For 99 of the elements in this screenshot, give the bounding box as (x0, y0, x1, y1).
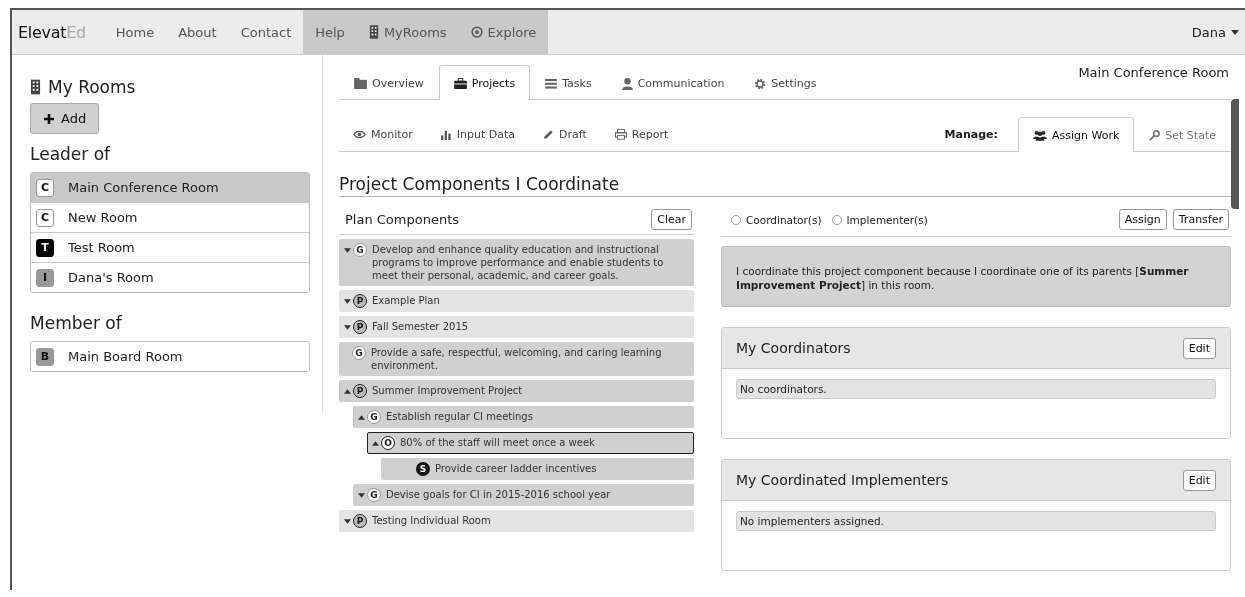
item-text: Testing Individual Room (372, 514, 492, 527)
user-icon (621, 77, 633, 90)
room-item[interactable]: B Main Board Room (31, 342, 309, 371)
tree-item[interactable]: G Provide a safe, respectful, welcoming, and caring learning environment. (339, 342, 694, 376)
card-title: My Coordinators (736, 340, 851, 356)
item-text: Establish regular CI meetings (386, 410, 534, 423)
radio-option[interactable]: Coordinator(s) (731, 213, 822, 226)
room-badge: C (36, 178, 54, 197)
item-text: Develop and enhance quality education and instructional programs to improve performance and enable students to meet their personal, academic, and career goals. (372, 243, 665, 282)
radio-button[interactable] (831, 214, 842, 225)
info-message: I coordinate this project component because I coordinate one of its parents [Summer Improvement Project] in this room. (721, 246, 1231, 307)
type-badge: P (353, 320, 367, 334)
building-icon (30, 79, 41, 95)
item-text: Fall Semester 2015 (372, 320, 470, 333)
item-text: Devise goals for CI in 2015-2016 school year (386, 488, 612, 501)
clear-button[interactable]: Clear (651, 209, 692, 230)
section-heading: Member of (30, 313, 123, 333)
nav-link[interactable]: About (166, 10, 229, 54)
tab[interactable]: Assign Work (1017, 117, 1135, 152)
subtab[interactable]: Draft (529, 117, 601, 151)
type-badge: O (381, 436, 395, 450)
building-icon (368, 25, 379, 39)
manage-label: Manage: (944, 126, 999, 143)
bar-chart-icon (440, 128, 452, 140)
item-text: Example Plan (372, 294, 441, 307)
action-button[interactable]: Transfer (1172, 209, 1229, 230)
tree-item[interactable]: P Fall Semester 2015 (339, 316, 694, 338)
add-button[interactable]: Add (30, 103, 100, 134)
compass-icon (470, 26, 483, 38)
brand-logo[interactable]: ElevatEd (12, 10, 104, 54)
tab[interactable]: Communication (606, 66, 740, 100)
type-badge: P (353, 514, 367, 528)
user-menu[interactable]: Dana (1191, 10, 1245, 54)
tab[interactable]: Projects (438, 65, 531, 100)
tree-item[interactable]: P Testing Individual Room (339, 510, 694, 532)
room-item[interactable]: C Main Conference Room (31, 173, 309, 202)
type-badge: P (353, 294, 367, 308)
radio-option[interactable]: Implementer(s) (831, 213, 928, 226)
section-heading: Project Components I Coordinate (339, 174, 1231, 197)
sidebar-title: My Rooms (48, 77, 136, 97)
printer-icon (614, 128, 627, 140)
type-badge: G (352, 346, 366, 360)
nav-link[interactable]: Contact (228, 10, 304, 54)
tree-item[interactable]: P Example Plan (339, 290, 694, 312)
caret-icon (1231, 29, 1239, 35)
tab[interactable]: Settings (739, 66, 832, 100)
subtab[interactable]: Input Data (426, 117, 530, 151)
subtab[interactable]: Monitor (339, 117, 427, 151)
empty-message: No coordinators. (736, 379, 1216, 399)
panel-title: Plan Components (345, 212, 460, 227)
nav-link[interactable]: Help (303, 10, 357, 54)
tree-item[interactable]: S Provide career ladder incentives (381, 458, 694, 480)
section-heading: Leader of (30, 144, 112, 164)
room-name: Test Room (68, 240, 135, 255)
tree-item[interactable]: G Establish regular CI meetings (353, 406, 694, 428)
people-icon (1032, 129, 1047, 141)
room-badge: I (36, 268, 54, 287)
radio-button[interactable] (731, 214, 741, 225)
nav-link[interactable]: Explore (458, 10, 549, 54)
tab[interactable]: Overview (339, 66, 439, 100)
type-badge: G (367, 488, 381, 502)
type-badge: G (367, 410, 381, 424)
nav-link[interactable]: MyRooms (356, 10, 459, 54)
tab[interactable]: Set State (1134, 118, 1231, 152)
room-badge: T (36, 238, 54, 257)
list-icon (545, 78, 558, 89)
tab[interactable]: Tasks (530, 66, 607, 100)
eye-icon (353, 129, 366, 139)
room-badge: B (36, 347, 54, 366)
item-text: Provide career ladder incentives (435, 462, 598, 475)
tree-item[interactable]: P Summer Improvement Project (339, 380, 694, 402)
room-name: Main Conference Room (68, 180, 219, 195)
room-name: Dana's Room (68, 270, 154, 285)
type-badge: G (353, 243, 367, 257)
item-text: Provide a safe, respectful, welcoming, and caring learning environment. (371, 346, 663, 372)
room-badge: C (36, 208, 54, 227)
item-text: 80% of the staff will meet once a week (400, 436, 596, 449)
pencil-icon (543, 128, 555, 140)
gear-icon (754, 77, 767, 90)
edit-button[interactable]: Edit (1182, 469, 1216, 491)
type-badge: S (416, 462, 430, 476)
card-title: My Coordinated Implementers (736, 472, 949, 488)
folder-icon (354, 78, 367, 89)
tree-item[interactable]: G Develop and enhance quality education and instructional programs to improve performance and enable students to meet their personal, academic, and career goals. (339, 239, 694, 286)
room-name: New Room (68, 210, 138, 225)
tree-item[interactable]: O 80% of the staff will meet once a week (367, 432, 694, 454)
plus-icon (43, 112, 55, 125)
room-item[interactable]: I Dana's Room (31, 262, 309, 292)
empty-message: No implementers assigned. (736, 511, 1216, 531)
type-badge: P (353, 384, 367, 398)
edit-button[interactable]: Edit (1182, 337, 1216, 359)
action-button[interactable]: Assign (1118, 209, 1167, 230)
briefcase-icon (453, 77, 467, 89)
item-text: Summer Improvement Project (372, 384, 524, 397)
subtab[interactable]: Report (600, 117, 683, 151)
room-name: Main Board Room (68, 349, 183, 364)
nav-link[interactable]: Home (103, 10, 167, 54)
room-title: Main Conference Room (1078, 65, 1230, 80)
tree-item[interactable]: G Devise goals for CI in 2015-2016 school year (353, 484, 694, 506)
